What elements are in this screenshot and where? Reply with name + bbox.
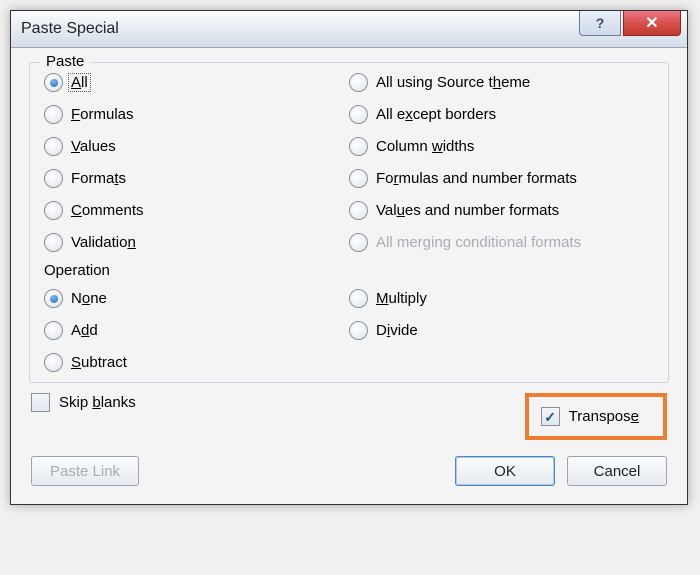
- radio-icon: [44, 201, 63, 220]
- checkbox-icon: [541, 407, 560, 426]
- radio-icon: [44, 289, 63, 308]
- radio-icon: [44, 353, 63, 372]
- radio-icon: [44, 233, 63, 252]
- radio-icon: [349, 233, 368, 252]
- transpose-checkbox[interactable]: Transpose: [525, 393, 667, 440]
- checkbox-icon: [31, 393, 50, 412]
- paste-option[interactable]: Formats: [44, 169, 349, 188]
- paste-group-label: Paste: [40, 53, 90, 70]
- dialog-title: Paste Special: [21, 20, 119, 38]
- paste-option[interactable]: Values and number formats: [349, 201, 654, 220]
- operation-option[interactable]: Multiply: [349, 289, 654, 308]
- paste-option[interactable]: Column widths: [349, 137, 654, 156]
- radio-icon: [349, 201, 368, 220]
- radio-icon: [349, 137, 368, 156]
- paste-option[interactable]: Validation: [44, 233, 349, 252]
- radio-icon: [44, 137, 63, 156]
- paste-option[interactable]: All: [44, 73, 349, 92]
- ok-button[interactable]: OK: [455, 456, 555, 486]
- paste-link-button[interactable]: Paste Link: [31, 456, 139, 486]
- radio-icon: [44, 321, 63, 340]
- radio-icon: [349, 105, 368, 124]
- radio-icon: [349, 321, 368, 340]
- radio-icon: [349, 289, 368, 308]
- help-button[interactable]: ?: [579, 11, 621, 36]
- operation-option[interactable]: Add: [44, 321, 349, 340]
- operation-option[interactable]: None: [44, 289, 349, 308]
- paste-group: Paste AllFormulasValuesFormatsCommentsVa…: [29, 62, 669, 383]
- paste-option[interactable]: Formulas and number formats: [349, 169, 654, 188]
- radio-icon: [349, 169, 368, 188]
- skip-blanks-checkbox[interactable]: Skip blanks: [31, 393, 505, 412]
- radio-icon: [44, 169, 63, 188]
- paste-option[interactable]: Comments: [44, 201, 349, 220]
- radio-icon: [349, 73, 368, 92]
- paste-option[interactable]: Formulas: [44, 105, 349, 124]
- titlebar[interactable]: Paste Special ? ✕: [11, 11, 687, 48]
- paste-option: All merging conditional formats: [349, 233, 654, 252]
- paste-option[interactable]: Values: [44, 137, 349, 156]
- paste-option[interactable]: All using Source theme: [349, 73, 654, 92]
- radio-icon: [44, 105, 63, 124]
- cancel-button[interactable]: Cancel: [567, 456, 667, 486]
- close-button[interactable]: ✕: [623, 11, 681, 36]
- paste-special-dialog: Paste Special ? ✕ BUFFCOM Paste AllFormu…: [10, 10, 688, 505]
- radio-icon: [44, 73, 63, 92]
- operation-option[interactable]: Divide: [349, 321, 654, 340]
- paste-option[interactable]: All except borders: [349, 105, 654, 124]
- operation-option[interactable]: Subtract: [44, 353, 349, 372]
- operation-group-label: Operation: [38, 262, 654, 279]
